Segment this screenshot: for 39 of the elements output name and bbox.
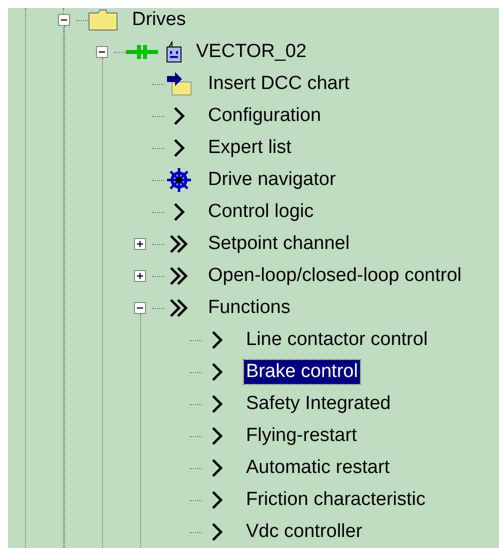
tree-item[interactable]: Drive navigator <box>206 168 338 192</box>
chart-insert-icon <box>166 72 192 96</box>
chevron-icon <box>211 362 223 382</box>
expand-toggle[interactable] <box>134 302 146 314</box>
tree-item[interactable]: Expert list <box>206 136 294 160</box>
chevron-icon <box>173 202 185 222</box>
tree-item[interactable]: Safety Integrated <box>244 392 393 416</box>
tree-item[interactable]: Open-loop/closed-loop control <box>206 264 464 288</box>
tree-item[interactable]: Friction characteristic <box>244 488 428 512</box>
tree-item[interactable]: Vdc controller <box>244 520 364 544</box>
chevron-icon <box>211 394 223 414</box>
chevron-icon <box>211 330 223 350</box>
tree-item[interactable]: VECTOR_02 <box>194 40 309 64</box>
expand-toggle[interactable] <box>96 46 108 58</box>
chevron-icon <box>173 138 185 158</box>
tree-item[interactable]: Drives <box>130 8 188 32</box>
expand-toggle[interactable] <box>134 270 146 282</box>
chevron-icon <box>211 490 223 510</box>
tree-item[interactable]: Line contactor control <box>244 328 430 352</box>
device-icon <box>166 41 182 63</box>
tree-item[interactable]: Functions <box>206 296 292 320</box>
tree-item[interactable]: Flying-restart <box>244 424 359 448</box>
ship-wheel-icon <box>166 167 192 193</box>
tree-item[interactable]: Control logic <box>206 200 316 224</box>
double-chevron-icon <box>169 266 189 286</box>
chevron-icon <box>173 106 185 126</box>
plug-icon <box>126 45 158 59</box>
tree-item[interactable]: Configuration <box>206 104 324 128</box>
tree-item[interactable]: Automatic restart <box>244 456 392 480</box>
tree-item[interactable]: Setpoint channel <box>206 232 352 256</box>
chevron-icon <box>211 522 223 542</box>
expand-toggle[interactable] <box>134 238 146 250</box>
double-chevron-icon <box>169 234 189 254</box>
tree-item[interactable]: Insert DCC chart <box>206 72 352 96</box>
chevron-icon <box>211 458 223 478</box>
expand-toggle[interactable] <box>58 14 70 26</box>
chevron-icon <box>211 426 223 446</box>
double-chevron-icon <box>169 298 189 318</box>
tree-item[interactable]: Brake control <box>244 360 360 384</box>
